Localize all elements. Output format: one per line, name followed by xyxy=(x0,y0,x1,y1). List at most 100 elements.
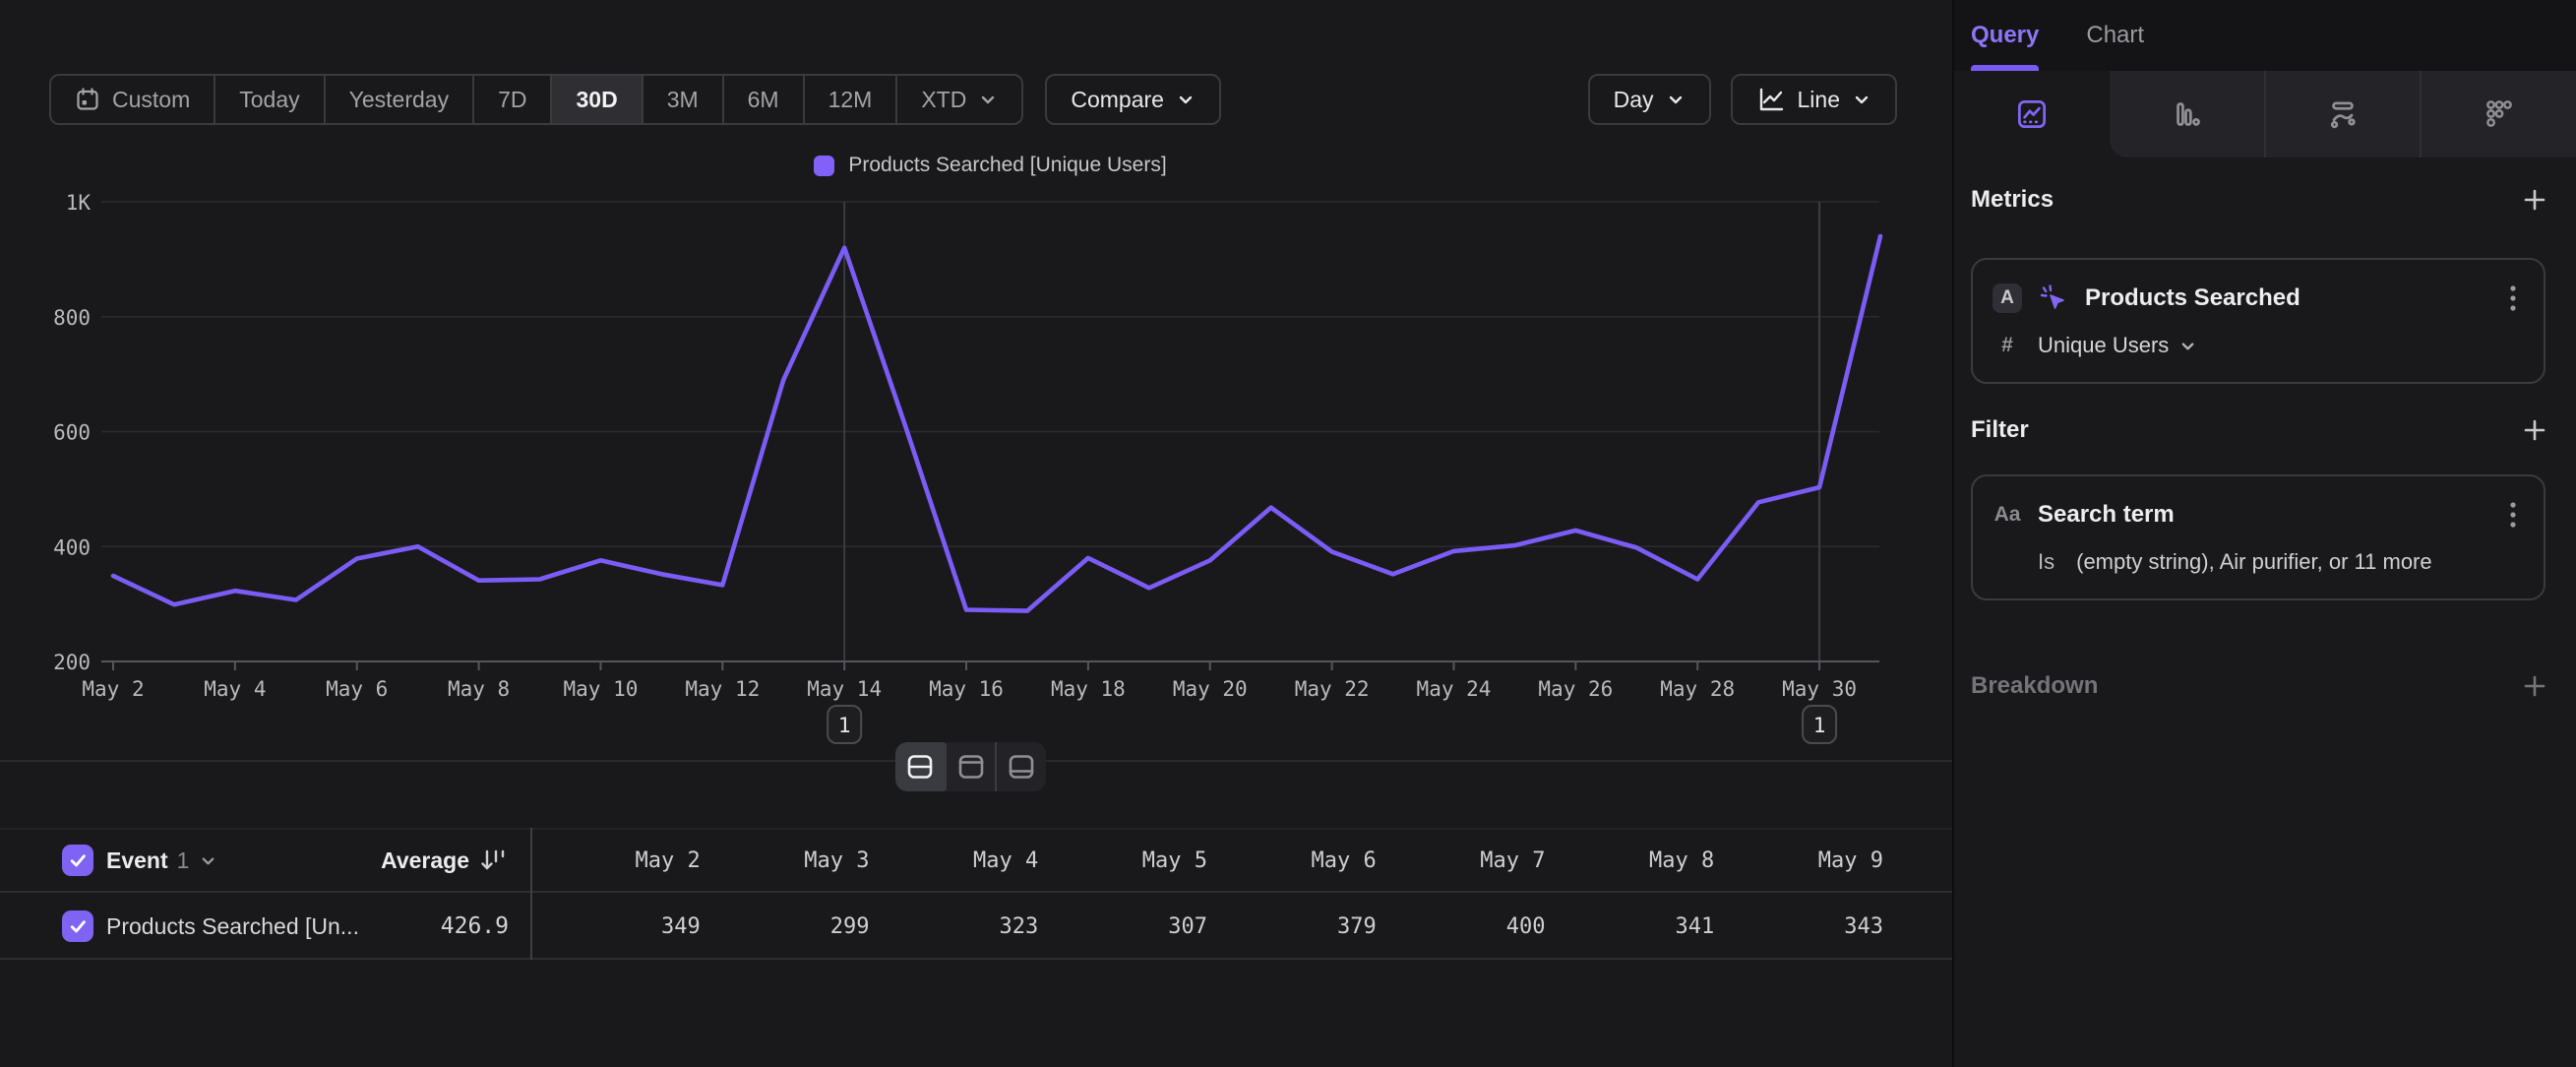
x-axis-label: May 4 xyxy=(204,677,266,701)
metric-aggregation-row: # Unique Users xyxy=(1993,331,2522,360)
y-axis-label: 800 xyxy=(53,306,91,330)
flows-icon xyxy=(2324,95,2361,133)
table-column-separator xyxy=(530,828,532,960)
metric-card-row: A Products Searched xyxy=(1993,282,2522,315)
filter-value[interactable]: (empty string), Air purifier, or 11 more xyxy=(2076,549,2432,575)
insights-report: Custom Today Yesterday 7D 30D 3M 6M 12M … xyxy=(0,0,2576,1067)
date-range-xtd[interactable]: XTD xyxy=(897,76,1021,123)
chart-legend: Products Searched [Unique Users] xyxy=(101,154,1879,177)
report-type-tab-strip xyxy=(2110,71,2576,157)
select-all-checkbox[interactable] xyxy=(62,845,93,876)
aggregation-selector[interactable]: Unique Users xyxy=(2038,333,2197,358)
date-range-today[interactable]: Today xyxy=(215,76,325,123)
line-chart-icon xyxy=(1756,86,1786,113)
main-panel: Custom Today Yesterday 7D 30D 3M 6M 12M … xyxy=(0,0,1952,1067)
table-header-row: Event 1 Average May 2May 3May 4May 5May … xyxy=(0,828,1952,893)
table-cell-value: 343 xyxy=(1714,914,1883,939)
table-cell-value: 323 xyxy=(870,914,1039,939)
date-range-yesterday[interactable]: Yesterday xyxy=(326,76,474,123)
filter-card-row: Aa Search term xyxy=(1993,498,2522,532)
add-metric-button[interactable] xyxy=(2519,184,2550,216)
annotation-badge[interactable]: 1 xyxy=(1803,706,1836,743)
table-row-values: 349299323307379400341343 xyxy=(531,895,1883,958)
table-cell-value: 349 xyxy=(531,914,701,939)
legend-swatch xyxy=(814,156,834,176)
column-header[interactable]: May 5 xyxy=(1038,848,1207,873)
layout-table-only-button[interactable] xyxy=(997,742,1046,791)
column-header[interactable]: May 4 xyxy=(870,848,1039,873)
date-range-3m[interactable]: 3M xyxy=(644,76,724,123)
y-axis-label: 1K xyxy=(66,192,92,215)
date-range-12m[interactable]: 12M xyxy=(805,76,898,123)
line-chart[interactable]: 2004006008001KMay 2May 4May 6May 8May 10… xyxy=(0,192,1952,753)
table-row-label-cell: Products Searched [Un... 426.9 xyxy=(0,910,531,942)
report-type-tabs xyxy=(1954,71,2576,157)
layout-chart-only-button[interactable] xyxy=(947,742,998,791)
table-date-headers: May 2May 3May 4May 5May 6May 7May 8May 9 xyxy=(531,830,1883,891)
tab-retention[interactable] xyxy=(2420,71,2576,157)
x-axis-label: May 24 xyxy=(1417,677,1492,701)
y-axis-label: 400 xyxy=(53,535,91,559)
x-axis-label: May 2 xyxy=(82,677,144,701)
filter-kebab-menu[interactable] xyxy=(2504,496,2522,534)
funnels-icon xyxy=(2168,95,2205,133)
metric-name[interactable]: Products Searched xyxy=(2085,284,2300,312)
date-range-control: Custom Today Yesterday 7D 30D 3M 6M 12M … xyxy=(49,74,1023,125)
add-filter-button[interactable] xyxy=(2519,414,2550,446)
date-range-7d[interactable]: 7D xyxy=(474,76,552,123)
svg-text:1: 1 xyxy=(838,714,851,737)
sidebar-tabs: Query Chart xyxy=(1954,0,2576,71)
y-axis-label: 200 xyxy=(53,651,91,674)
tab-chart[interactable]: Chart xyxy=(2086,0,2144,71)
add-breakdown-button[interactable] xyxy=(2519,670,2550,702)
granularity-button[interactable]: Day xyxy=(1588,74,1711,125)
column-header[interactable]: May 3 xyxy=(701,848,870,873)
event-column-header[interactable]: Event xyxy=(106,847,168,874)
chevron-down-icon xyxy=(1666,90,1686,109)
column-header[interactable]: May 9 xyxy=(1714,848,1883,873)
breakdown-title: Breakdown xyxy=(1971,672,2098,700)
y-axis-label: 600 xyxy=(53,421,91,445)
date-range-6m[interactable]: 6M xyxy=(724,76,805,123)
metric-kebab-menu[interactable] xyxy=(2504,280,2522,317)
event-count: 1 xyxy=(177,847,190,874)
table-cell-value: 379 xyxy=(1207,914,1377,939)
filter-property-name[interactable]: Search term xyxy=(2038,501,2175,529)
x-axis-label: May 12 xyxy=(685,677,760,701)
filter-operator[interactable]: Is xyxy=(2038,549,2055,575)
table-row: Products Searched [Un... 426.9 349299323… xyxy=(0,895,1952,960)
layout-split-view-button[interactable] xyxy=(895,742,947,791)
sort-descending-icon xyxy=(479,847,509,874)
x-axis-label: May 6 xyxy=(326,677,388,701)
row-average-value: 426.9 xyxy=(441,913,531,939)
tab-query[interactable]: Query xyxy=(1971,0,2039,71)
compare-button[interactable]: Compare xyxy=(1045,74,1221,125)
row-series-label: Products Searched [Un... xyxy=(106,913,359,940)
query-sidebar: Query Chart xyxy=(1954,0,2576,1067)
column-header[interactable]: May 8 xyxy=(1546,848,1715,873)
column-header[interactable]: May 7 xyxy=(1377,848,1546,873)
tab-flows[interactable] xyxy=(2264,71,2421,157)
date-range-30d[interactable]: 30D xyxy=(552,76,643,123)
chart-type-button[interactable]: Line xyxy=(1731,74,1897,125)
row-checkbox[interactable] xyxy=(62,910,93,942)
average-column-header[interactable]: Average xyxy=(381,847,531,874)
x-axis-label: May 14 xyxy=(807,677,882,701)
metric-letter-badge: A xyxy=(1993,283,2022,313)
tab-funnels[interactable] xyxy=(2110,71,2264,157)
column-header[interactable]: May 2 xyxy=(531,848,701,873)
x-axis-label: May 16 xyxy=(929,677,1004,701)
table-only-icon xyxy=(1007,753,1036,781)
metric-card[interactable]: A Products Searched # Unique Users xyxy=(1971,258,2545,384)
x-axis-label: May 22 xyxy=(1295,677,1370,701)
column-header[interactable]: May 6 xyxy=(1207,848,1377,873)
x-axis-label: May 26 xyxy=(1538,677,1613,701)
annotation-badge[interactable]: 1 xyxy=(828,706,861,743)
metrics-section-header: Metrics xyxy=(1954,183,2576,217)
date-range-custom[interactable]: Custom xyxy=(51,76,215,123)
filter-card[interactable]: Aa Search term Is (empty string), Air pu… xyxy=(1971,474,2545,600)
layout-toggle xyxy=(895,742,1046,791)
chevron-down-icon[interactable] xyxy=(199,851,217,870)
number-symbol: # xyxy=(1993,334,2022,357)
tab-insights[interactable] xyxy=(1954,71,2110,157)
